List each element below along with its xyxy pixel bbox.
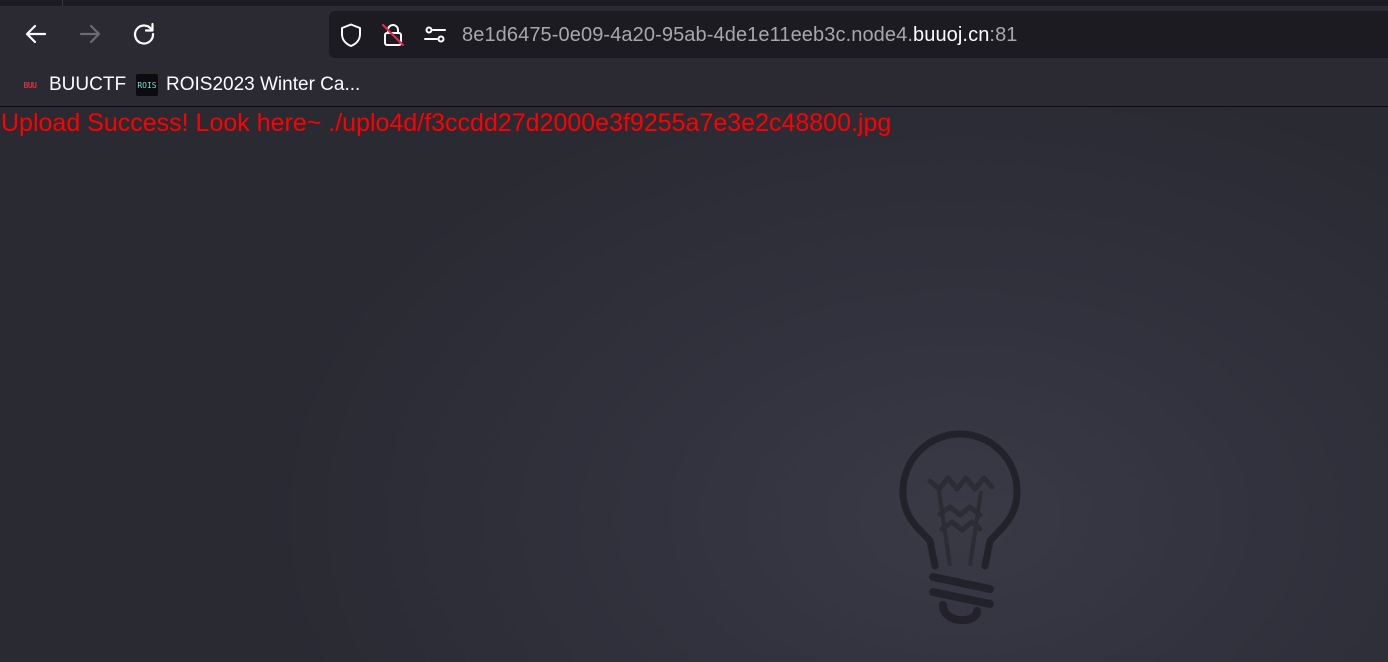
bookmark-rois2023[interactable]: ROIS ROIS2023 Winter Ca... xyxy=(136,71,360,99)
reload-button[interactable] xyxy=(127,17,161,51)
page-content: Upload Success! Look here~ ./uplo4d/f3cc… xyxy=(0,107,1388,662)
shield-icon[interactable] xyxy=(338,22,364,48)
upload-success-message: Upload Success! Look here~ ./uplo4d/f3cc… xyxy=(1,109,892,137)
back-button[interactable] xyxy=(19,17,53,51)
lightbulb-icon xyxy=(899,430,1021,624)
url-prefix: 8e1d6475-0e09-4a20-95ab-4de1e11eeb3c.nod… xyxy=(462,24,913,46)
address-bar[interactable]: 8e1d6475-0e09-4a20-95ab-4de1e11eeb3c.nod… xyxy=(329,11,1388,58)
bookmark-label: BUUCTF xyxy=(49,74,127,95)
navigation-toolbar: 8e1d6475-0e09-4a20-95ab-4de1e11eeb3c.nod… xyxy=(0,6,1388,64)
permissions-icon[interactable] xyxy=(422,22,448,48)
buuctf-favicon-icon: BUU xyxy=(23,80,37,90)
rois-favicon-icon: ROIS xyxy=(136,74,158,96)
reload-icon xyxy=(133,22,155,45)
url-port: :81 xyxy=(989,24,1018,46)
bookmark-label: ROIS2023 Winter Ca... xyxy=(166,74,361,95)
arrow-left-icon xyxy=(25,24,47,44)
bookmarks-toolbar: BUU BUUCTF ROIS ROIS2023 Winter Ca... xyxy=(0,64,1388,106)
arrow-right-icon xyxy=(79,24,101,44)
url-text[interactable]: 8e1d6475-0e09-4a20-95ab-4de1e11eeb3c.nod… xyxy=(462,22,1018,48)
bookmark-buuctf[interactable]: BUU BUUCTF xyxy=(19,71,127,99)
browser-window: 8e1d6475-0e09-4a20-95ab-4de1e11eeb3c.nod… xyxy=(0,0,1388,662)
forward-button[interactable] xyxy=(73,17,107,51)
insecure-lock-icon[interactable] xyxy=(380,22,406,48)
url-domain: buuoj.cn xyxy=(913,24,990,46)
